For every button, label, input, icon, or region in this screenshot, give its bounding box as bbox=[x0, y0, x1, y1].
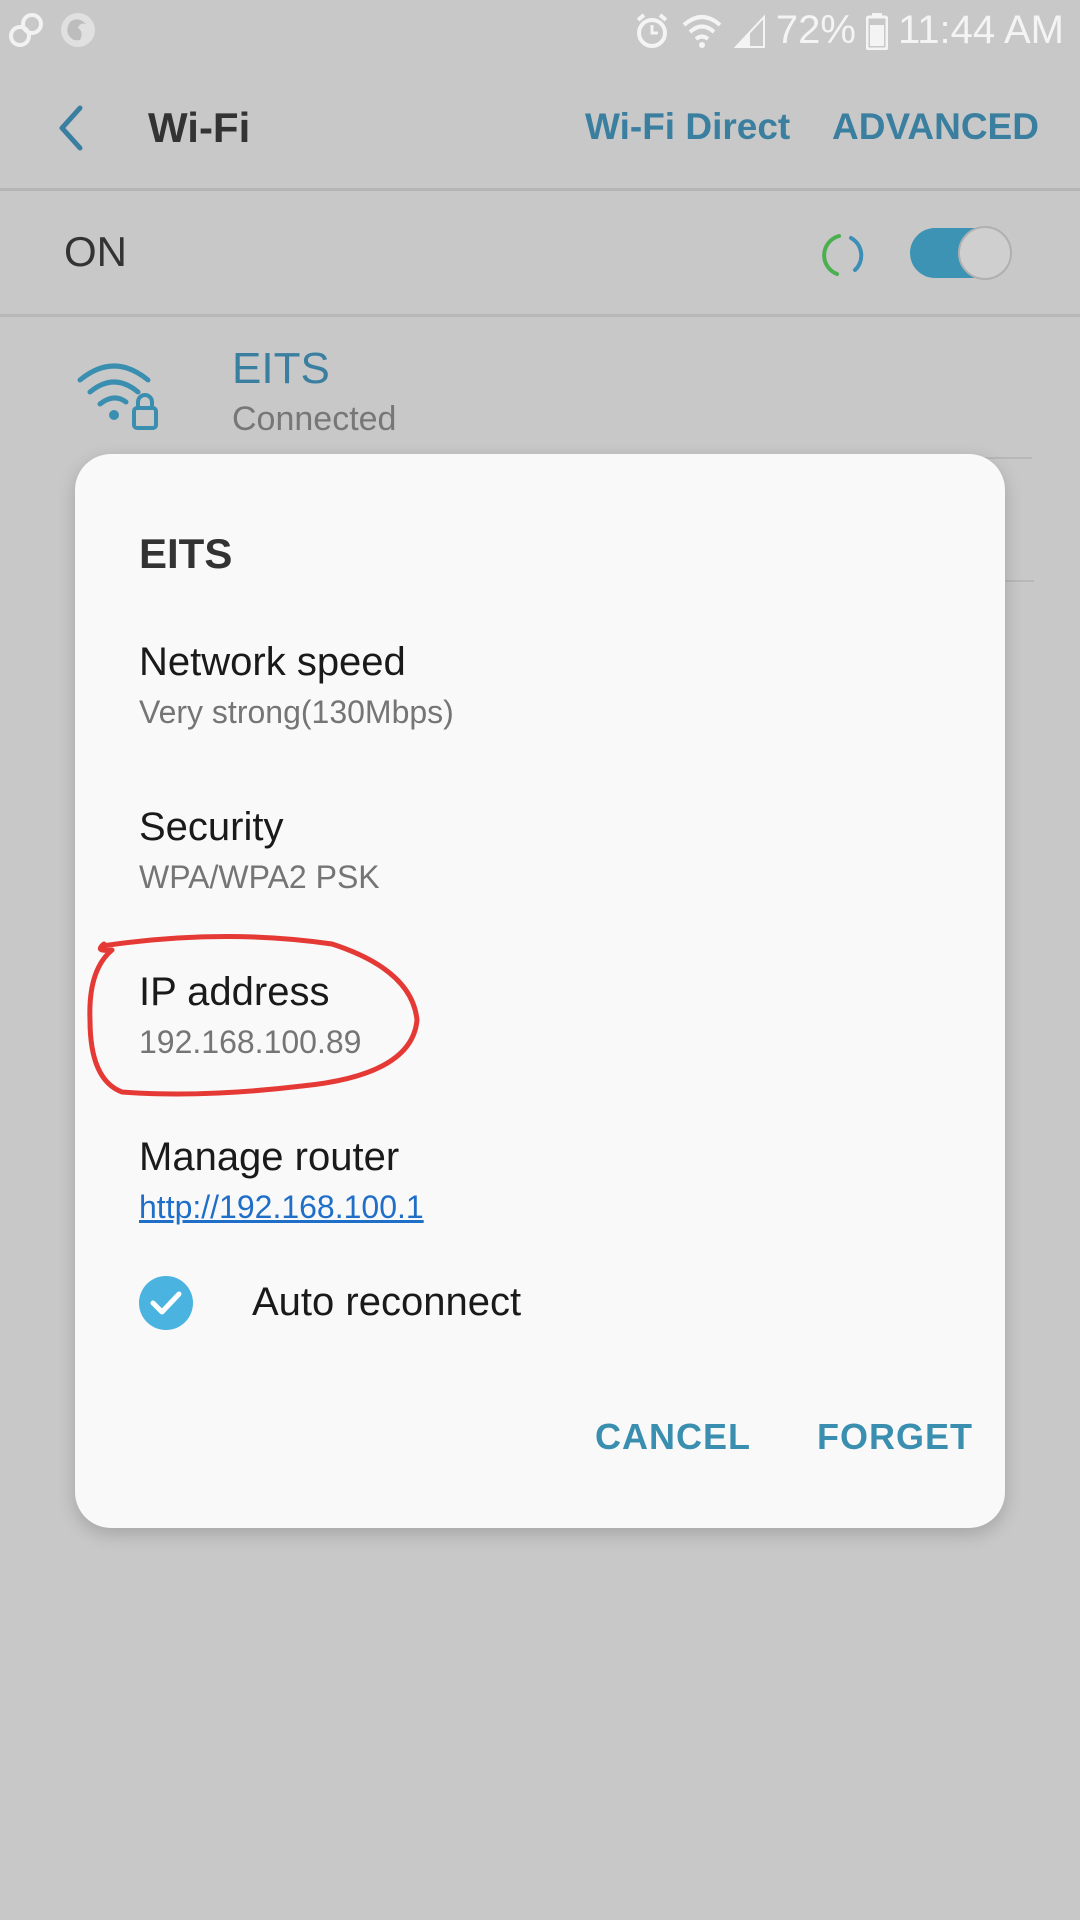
router-link[interactable]: http://192.168.100.1 bbox=[139, 1189, 424, 1226]
forget-button[interactable]: FORGET bbox=[817, 1416, 973, 1458]
wifi-toggle[interactable] bbox=[910, 224, 1012, 280]
network-speed-label: Network speed bbox=[139, 640, 406, 684]
wifi-icon bbox=[680, 13, 724, 49]
advanced-button[interactable]: ADVANCED bbox=[832, 106, 1039, 148]
firefox-icon bbox=[58, 10, 98, 50]
battery-icon bbox=[865, 12, 888, 50]
auto-reconnect-label[interactable]: Auto reconnect bbox=[252, 1280, 521, 1325]
chevron-left-icon bbox=[59, 105, 83, 151]
battery-level: 72% bbox=[775, 8, 856, 52]
divider bbox=[1004, 580, 1034, 582]
clock: 11:44 AM bbox=[897, 8, 1064, 52]
wifi-direct-button[interactable]: Wi-Fi Direct bbox=[585, 106, 790, 148]
link-icon bbox=[8, 10, 44, 50]
scanning-spinner-icon bbox=[822, 234, 864, 276]
network-status: Connected bbox=[232, 400, 397, 438]
page-title: Wi-Fi bbox=[148, 104, 251, 151]
status-bar: 72% 11:44 AM bbox=[0, 0, 1080, 64]
security-label: Security bbox=[139, 805, 284, 849]
wifi-state-label: ON bbox=[64, 228, 127, 275]
network-name[interactable]: EITS bbox=[232, 344, 330, 394]
ip-address-label: IP address bbox=[139, 970, 330, 1014]
wifi-master-switch-row[interactable]: ON bbox=[0, 190, 1080, 317]
ip-address-value: 192.168.100.89 bbox=[139, 1024, 362, 1060]
manage-router-label: Manage router bbox=[139, 1135, 400, 1179]
wifi-lock-icon bbox=[77, 363, 158, 430]
alarm-icon bbox=[634, 12, 670, 50]
network-details-dialog: EITS Network speed Very strong(130Mbps) … bbox=[75, 454, 1005, 1528]
network-speed-value: Very strong(130Mbps) bbox=[139, 694, 454, 730]
checkmark-icon bbox=[150, 1291, 182, 1315]
security-value: WPA/WPA2 PSK bbox=[139, 859, 380, 895]
app-bar: Wi-Fi Wi-Fi Direct ADVANCED bbox=[0, 64, 1080, 191]
auto-reconnect-checkbox[interactable] bbox=[139, 1276, 193, 1330]
cancel-button[interactable]: CANCEL bbox=[595, 1416, 751, 1458]
back-button[interactable] bbox=[50, 100, 94, 156]
dialog-title: EITS bbox=[139, 530, 233, 577]
signal-icon bbox=[733, 13, 766, 49]
